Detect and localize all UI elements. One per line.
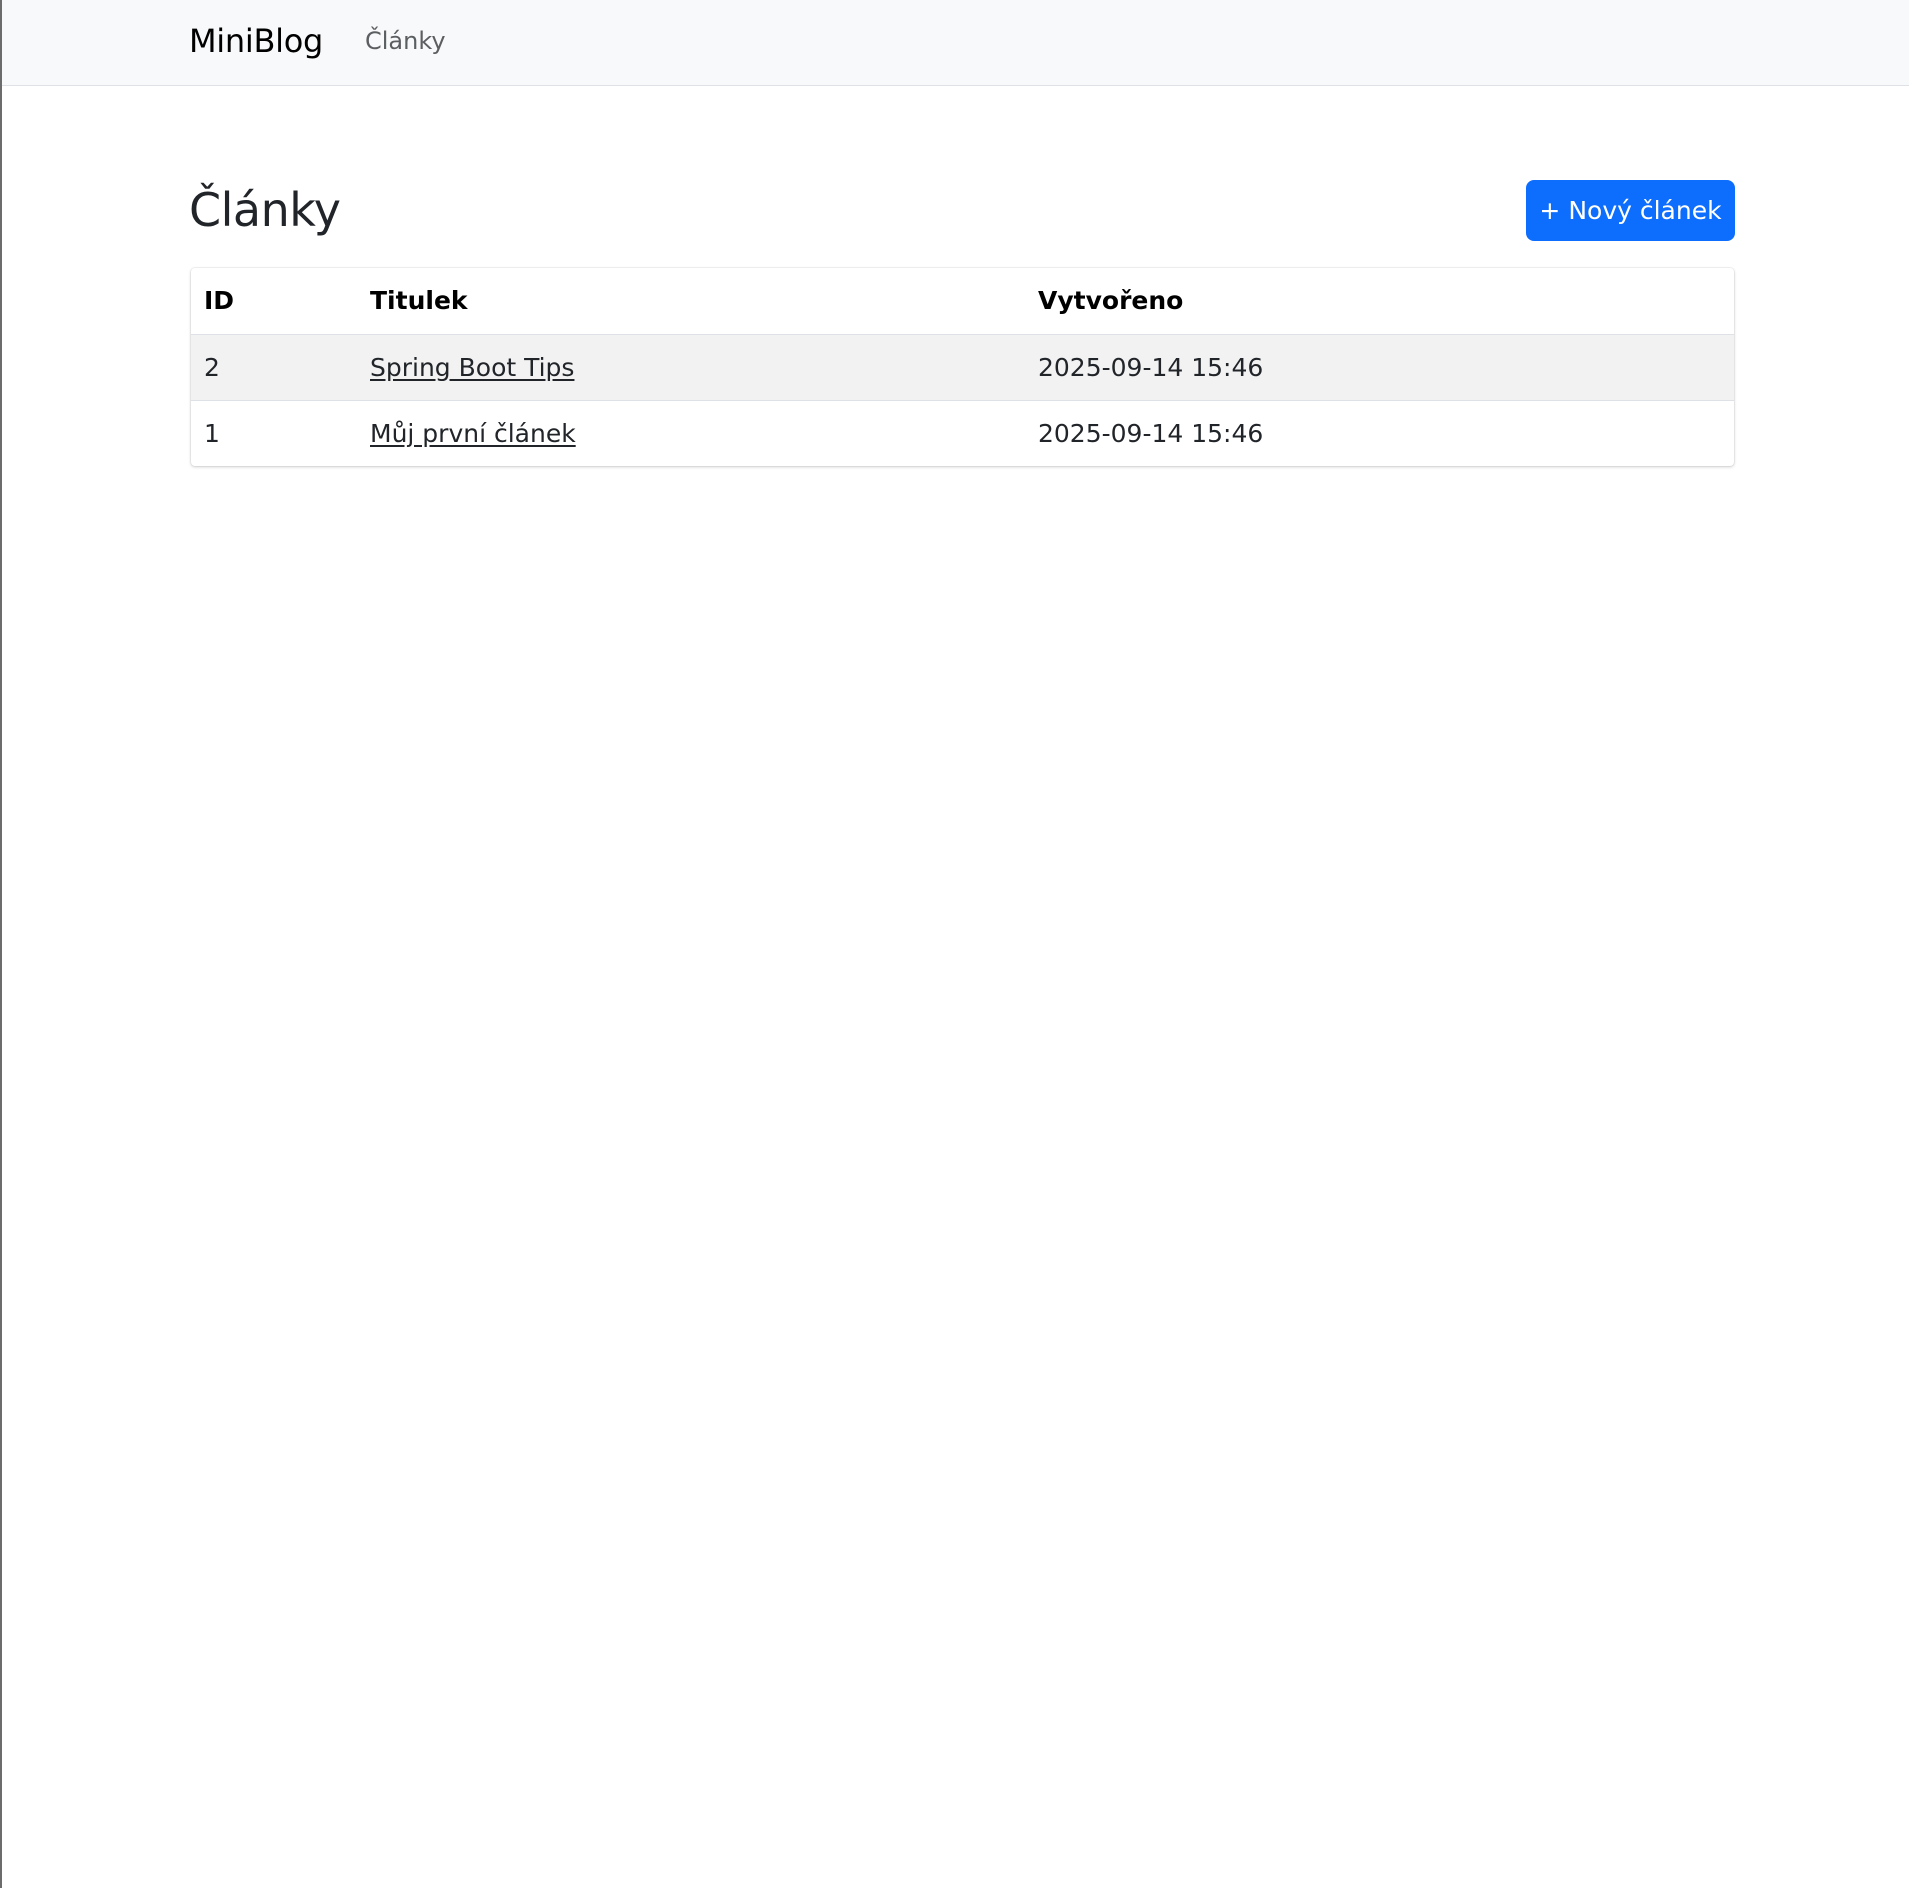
cell-title: Spring Boot Tips	[357, 334, 1025, 401]
column-header-title: Titulek	[357, 268, 1025, 335]
column-header-id: ID	[191, 268, 357, 335]
table-header: ID Titulek Vytvořeno	[191, 268, 1734, 335]
table-row: 2 Spring Boot Tips 2025-09-14 15:46	[191, 334, 1734, 401]
cell-title: Můj první článek	[357, 400, 1025, 466]
cell-id: 1	[204, 418, 220, 448]
cell-id: 2	[191, 334, 357, 401]
articles-table-card: ID Titulek Vytvořeno 2 Spring Boot Tips …	[191, 268, 1734, 466]
page-title: Články	[189, 183, 341, 237]
top-navbar: MiniBlog Články	[2, 0, 1909, 86]
cell-created: 2025-09-14 15:46	[1025, 334, 1734, 401]
article-link[interactable]: Můj první článek	[370, 419, 576, 448]
table-header-row: ID Titulek Vytvořeno	[191, 268, 1734, 335]
nav-link-articles[interactable]: Články	[365, 24, 446, 58]
new-article-button[interactable]: + Nový článek	[1526, 180, 1735, 241]
brand-link[interactable]: MiniBlog	[189, 20, 323, 62]
table-row: 1 Můj první článek 2025-09-14 15:46	[191, 400, 1734, 466]
article-link[interactable]: Spring Boot Tips	[370, 353, 574, 382]
articles-table: ID Titulek Vytvořeno 2 Spring Boot Tips …	[191, 268, 1734, 466]
cell-created: 2025-09-14 15:46	[1038, 418, 1264, 448]
table-body: 2 Spring Boot Tips 2025-09-14 15:46 1 Mů…	[191, 334, 1734, 466]
column-header-created: Vytvořeno	[1025, 268, 1734, 335]
